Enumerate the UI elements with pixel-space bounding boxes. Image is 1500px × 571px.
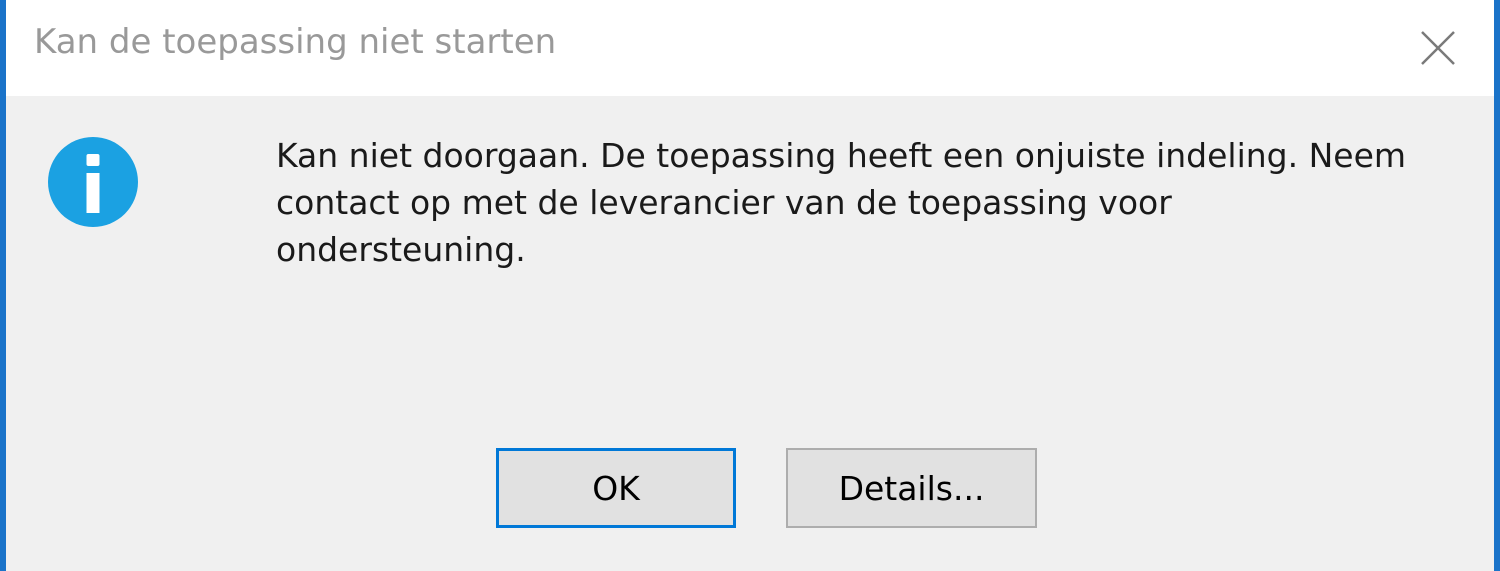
message-line: contact op met de leverancier van de toe… (276, 183, 1172, 222)
window-title: Kan de toepassing niet starten (34, 22, 557, 62)
details-button[interactable]: Details... (786, 448, 1037, 528)
info-icon (48, 137, 138, 227)
close-icon (1421, 31, 1455, 65)
error-message: Kan niet doorgaan. De toepassing heeft e… (276, 132, 1456, 273)
title-bar: Kan de toepassing niet starten (6, 0, 1494, 96)
message-line: Kan niet doorgaan. De toepassing heeft e… (276, 136, 1407, 175)
ok-button[interactable]: OK (496, 448, 736, 528)
close-button[interactable] (1394, 0, 1494, 96)
error-dialog: Kan de toepassing niet starten Kan niet … (0, 0, 1500, 571)
message-line: ondersteuning. (276, 230, 526, 269)
